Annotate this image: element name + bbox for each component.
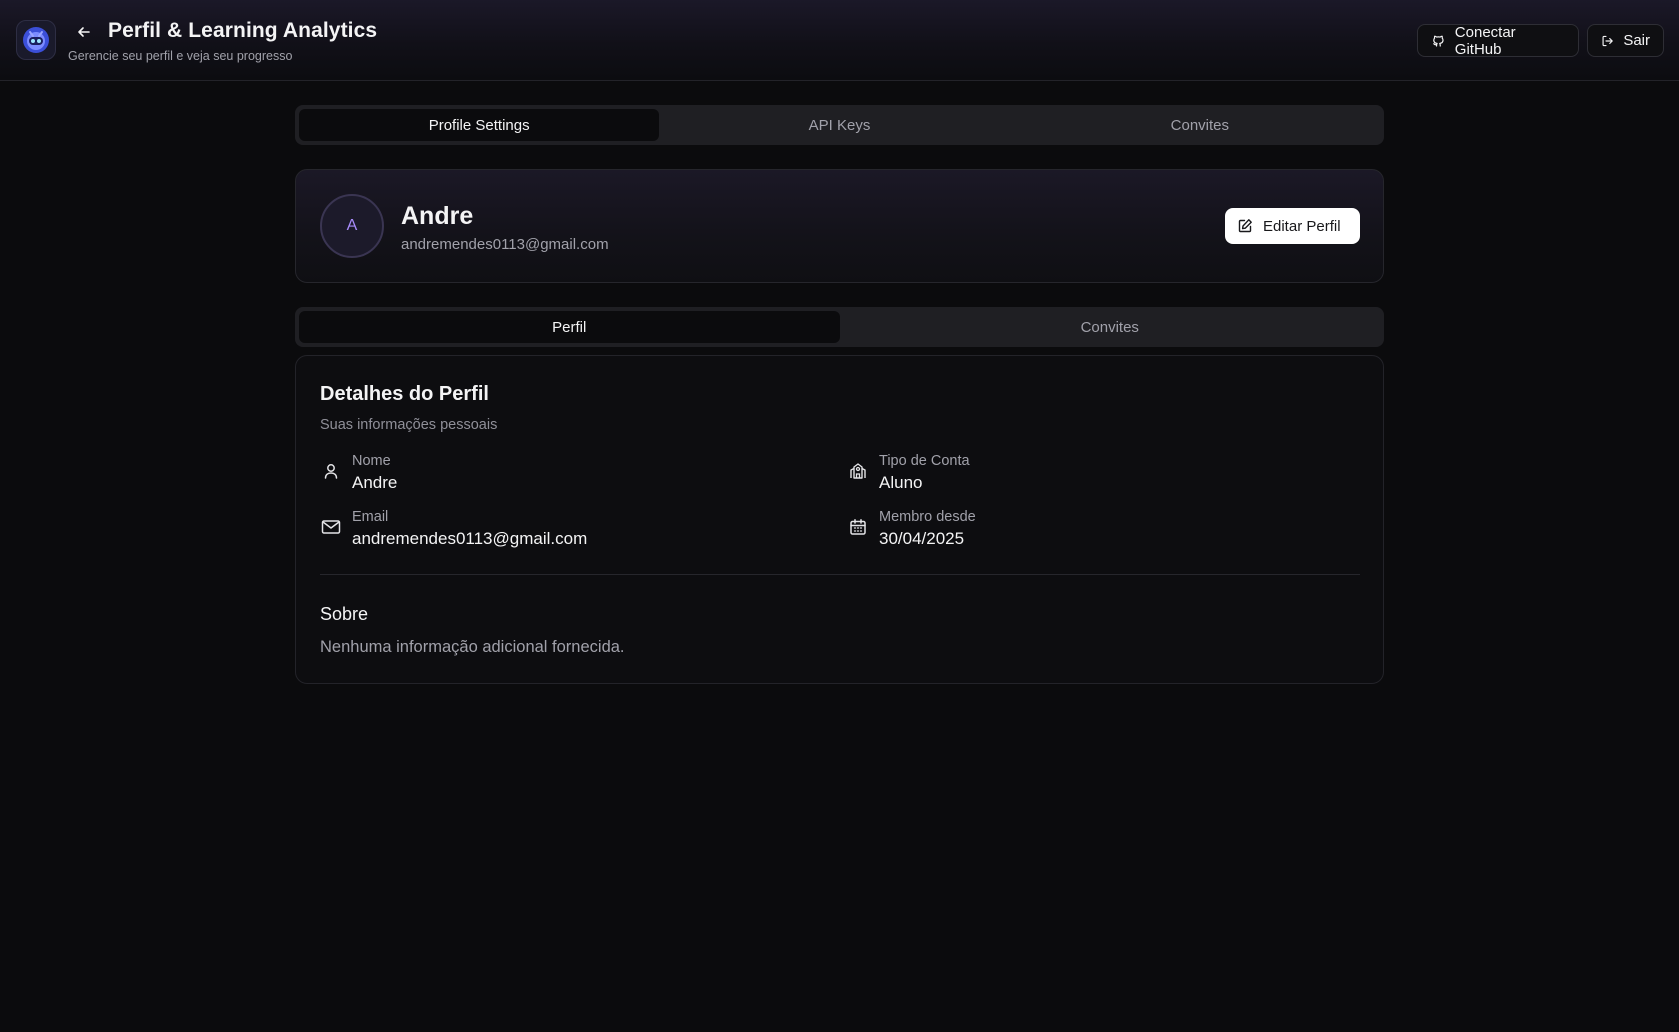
logout-button[interactable]: Sair <box>1587 24 1664 57</box>
back-arrow-button[interactable] <box>72 20 96 44</box>
page-title: Perfil & Learning Analytics <box>108 19 378 42</box>
field-name-label: Nome <box>352 453 391 469</box>
field-email-label: Email <box>352 509 389 525</box>
field-name-value: Andre <box>352 473 398 492</box>
field-member-since-label: Membro desde <box>879 509 976 525</box>
tab-convites-sub[interactable]: Convites <box>840 311 1381 343</box>
edit-profile-button[interactable]: Editar Perfil <box>1225 208 1360 244</box>
logout-label: Sair <box>1623 32 1650 49</box>
details-title: Detalhes do Perfil <box>320 383 489 405</box>
user-icon <box>320 460 342 482</box>
about-title: Sobre <box>320 604 369 624</box>
arrow-left-icon <box>78 27 90 37</box>
tab-convites[interactable]: Convites <box>1020 109 1380 141</box>
app-header: Perfil & Learning Analytics Gerencie seu… <box>0 0 1679 81</box>
page-subtitle: Gerencie seu perfil e veja seu progresso <box>68 49 293 63</box>
profile-name: Andre <box>401 202 474 230</box>
details-description: Suas informações pessoais <box>320 417 498 433</box>
field-name: Nome Andre <box>320 452 397 494</box>
tab-api-keys[interactable]: API Keys <box>659 109 1019 141</box>
field-member-since-value: 30/04/2025 <box>879 529 965 548</box>
field-member-since: Membro desde 30/04/2025 <box>847 508 976 550</box>
connect-github-label: Conectar GitHub <box>1454 23 1516 58</box>
tab-profile-settings[interactable]: Profile Settings <box>299 109 660 141</box>
mail-icon <box>320 516 342 538</box>
page: Perfil & Learning Analytics Gerencie seu… <box>0 0 1679 1032</box>
profile-header-card: A Andre andremendes0113@gmail.com Editar… <box>295 169 1384 283</box>
tab-perfil[interactable]: Perfil <box>299 311 840 343</box>
robot-logo-icon <box>23 27 49 53</box>
divider <box>320 574 1360 575</box>
edit-profile-label: Editar Perfil <box>1263 217 1341 235</box>
edit-icon <box>1238 219 1252 233</box>
profile-email: andremendes0113@gmail.com <box>401 236 609 253</box>
field-email: Email andremendes0113@gmail.com <box>320 508 587 550</box>
app-logo[interactable] <box>16 20 56 60</box>
field-email-value: andremendes0113@gmail.com <box>352 529 588 548</box>
profile-subtabs: Perfil Convites <box>295 307 1384 347</box>
avatar: A <box>320 194 384 258</box>
about-text: Nenhuma informação adicional fornecida. <box>320 638 625 656</box>
settings-tabs: Profile Settings API Keys Convites <box>295 105 1384 145</box>
connect-github-button[interactable]: Conectar GitHub <box>1417 23 1579 58</box>
field-account-type: Tipo de Conta Aluno <box>847 452 970 494</box>
github-icon <box>1433 35 1444 47</box>
field-account-type-value: Aluno <box>879 473 923 492</box>
calendar-icon <box>847 516 869 538</box>
profile-details-card: Detalhes do Perfil Suas informações pess… <box>295 355 1384 684</box>
school-icon <box>847 460 869 482</box>
field-account-type-label: Tipo de Conta <box>879 453 970 469</box>
logout-icon <box>1602 35 1613 46</box>
